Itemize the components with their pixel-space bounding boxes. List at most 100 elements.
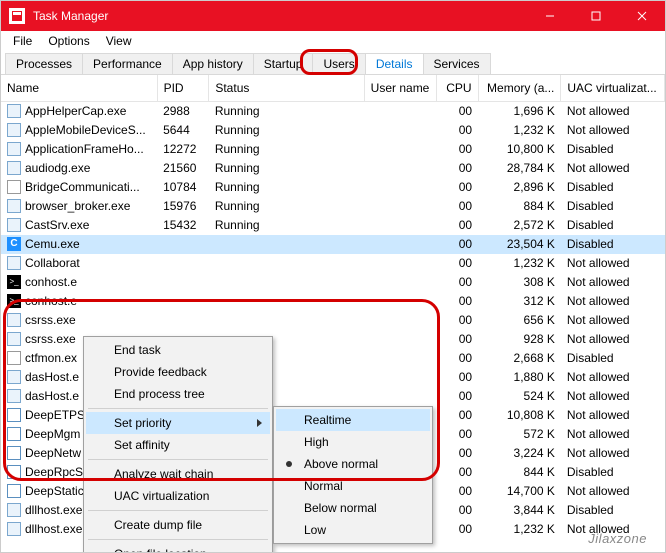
cell-mem: 2,896 K [478,178,561,197]
cell-user [364,159,436,178]
cell-pid: 2988 [157,102,209,121]
cell-user [364,121,436,140]
process-name: browser_broker.exe [25,199,130,213]
ctx-end-process-tree[interactable]: End process tree [86,383,270,405]
process-icon: C [7,237,21,251]
ctx-analyze-wait-chain[interactable]: Analyze wait chain [86,463,270,485]
menu-file[interactable]: File [5,32,40,50]
window-title: Task Manager [33,9,527,23]
col-uac[interactable]: UAC virtualizat... [561,75,665,102]
col-pid[interactable]: PID [157,75,209,102]
col-cpu[interactable]: CPU [437,75,478,102]
table-row[interactable]: AppleMobileDeviceS...5644Running001,232 … [1,121,665,140]
tab-app-history[interactable]: App history [172,53,254,74]
cell-status [209,311,364,330]
cell-cpu: 00 [437,235,478,254]
cell-status [209,273,364,292]
tab-details[interactable]: Details [365,53,424,74]
priority-normal[interactable]: Normal [276,475,430,497]
process-icon [7,503,21,517]
cell-uac: Not allowed [561,482,665,501]
cell-status: Running [209,216,364,235]
process-icon [7,104,21,118]
tab-performance[interactable]: Performance [82,53,173,74]
cell-cpu: 00 [437,425,478,444]
menubar: File Options View [1,31,665,51]
cell-cpu: 00 [437,311,478,330]
cell-user [364,368,436,387]
ctx-end-task[interactable]: End task [86,339,270,361]
cell-pid [157,235,209,254]
process-icon [7,142,21,156]
table-row[interactable]: audiodg.exe21560Running0028,784 KNot all… [1,159,665,178]
process-name: dasHost.e [25,370,79,384]
close-button[interactable] [619,1,665,31]
table-row[interactable]: csrss.exe00656 KNot allowed [1,311,665,330]
tab-bar: Processes Performance App history Startu… [1,51,665,75]
table-row[interactable]: Collaborat001,232 KNot allowed [1,254,665,273]
tab-services[interactable]: Services [423,53,491,74]
priority-above-normal[interactable]: Above normal [276,453,430,475]
minimize-button[interactable] [527,1,573,31]
cell-pid [157,292,209,311]
process-name: DeepStatic [25,484,84,498]
process-name: BridgeCommunicati... [25,180,140,194]
cell-status: Running [209,140,364,159]
cell-mem: 3,844 K [478,501,561,520]
cell-cpu: 00 [437,159,478,178]
col-user[interactable]: User name [364,75,436,102]
process-name: dllhost.exe [25,503,82,517]
menu-options[interactable]: Options [40,32,97,50]
cell-mem: 1,880 K [478,368,561,387]
tab-users[interactable]: Users [312,53,365,74]
priority-realtime[interactable]: Realtime [276,409,430,431]
cell-status: Running [209,197,364,216]
cell-user [364,254,436,273]
ctx-set-priority[interactable]: Set priority [86,412,270,434]
cell-mem: 14,700 K [478,482,561,501]
tab-processes[interactable]: Processes [5,53,83,74]
table-row[interactable]: ApplicationFrameHo...12272Running0010,80… [1,140,665,159]
col-name[interactable]: Name [1,75,157,102]
cell-pid: 15432 [157,216,209,235]
process-name: Cemu.exe [25,237,80,251]
process-name: conhost.e [25,294,77,308]
cell-uac: Disabled [561,235,665,254]
cell-cpu: 00 [437,254,478,273]
cell-user [364,349,436,368]
cell-mem: 308 K [478,273,561,292]
col-status[interactable]: Status [209,75,364,102]
context-menu: End task Provide feedback End process tr… [83,336,273,552]
col-mem[interactable]: Memory (a... [478,75,561,102]
priority-high[interactable]: High [276,431,430,453]
cell-uac: Not allowed [561,311,665,330]
maximize-button[interactable] [573,1,619,31]
ctx-set-affinity[interactable]: Set affinity [86,434,270,456]
table-row[interactable]: BridgeCommunicati...10784Running002,896 … [1,178,665,197]
table-row[interactable]: AppHelperCap.exe2988Running001,696 KNot … [1,102,665,121]
cell-mem: 3,224 K [478,444,561,463]
tab-startup[interactable]: Startup [253,53,314,74]
process-name: audiodg.exe [25,161,90,175]
ctx-open-file-location[interactable]: Open file location [86,543,270,552]
cell-status: Running [209,159,364,178]
process-name: csrss.exe [25,332,76,346]
table-row[interactable]: CastSrv.exe15432Running002,572 KDisabled [1,216,665,235]
process-icon [7,484,21,498]
ctx-uac-virtualization[interactable]: UAC virtualization [86,485,270,507]
ctx-provide-feedback[interactable]: Provide feedback [86,361,270,383]
table-row[interactable]: >_conhost.e00308 KNot allowed [1,273,665,292]
process-name: ctfmon.ex [25,351,77,365]
table-row[interactable]: CCemu.exe0023,504 KDisabled [1,235,665,254]
cell-uac: Not allowed [561,425,665,444]
priority-below-normal[interactable]: Below normal [276,497,430,519]
table-row[interactable]: browser_broker.exe15976Running00884 KDis… [1,197,665,216]
cell-user [364,292,436,311]
cell-cpu: 00 [437,482,478,501]
priority-low[interactable]: Low [276,519,430,541]
cell-cpu: 00 [437,330,478,349]
menu-view[interactable]: View [98,32,140,50]
table-row[interactable]: >_conhost.e00312 KNot allowed [1,292,665,311]
ctx-create-dump[interactable]: Create dump file [86,514,270,536]
cell-pid: 15976 [157,197,209,216]
